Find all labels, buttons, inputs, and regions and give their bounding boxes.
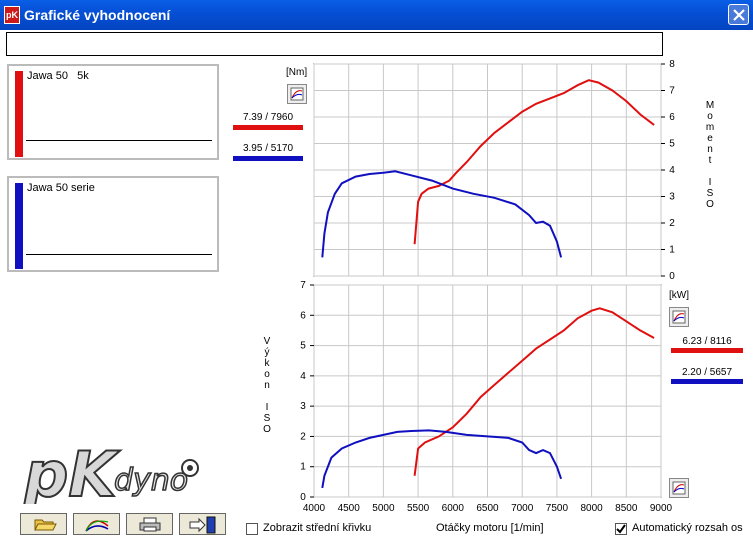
print-button[interactable]: [126, 513, 173, 535]
power-chart: 0 1 2 3 4 5 6 7 4000 4500 5000 5500 6000 6500 7000 7500…: [300, 280, 672, 514]
title-bar: pK Grafické vyhodnocení: [0, 0, 753, 30]
window-title: Grafické vyhodnocení: [24, 7, 171, 23]
y-tick-label: 0: [669, 271, 675, 282]
exit-button[interactable]: [179, 513, 226, 535]
y-tick-label: 2: [300, 431, 306, 442]
pk-app-icon[interactable]: pK: [4, 6, 20, 24]
x-tick-label: 6000: [442, 503, 465, 514]
y-tick-label: 4: [300, 371, 306, 382]
auto-range-label: Automatický rozsah os: [632, 522, 743, 534]
power-unit: [kW]: [669, 290, 689, 301]
y-tick-label: 2: [669, 218, 675, 229]
y-tick-label: 6: [300, 310, 306, 321]
y-tick-label: 3: [300, 401, 306, 412]
y-tick-label: 3: [669, 192, 675, 203]
y-tick-label: 0: [300, 492, 306, 503]
close-button[interactable]: [728, 4, 749, 25]
close-icon: [733, 9, 745, 21]
x-tick-label: 8000: [580, 503, 603, 514]
x-tick-label: 7500: [546, 503, 569, 514]
y-tick-label: 5: [669, 139, 675, 150]
window-client: Jawa 50 5k Jawa 50 serie 7.39 / 7960 3.9…: [0, 30, 753, 545]
x-tick-label: 5500: [407, 503, 430, 514]
x-tick-label: 8500: [615, 503, 638, 514]
curve-button[interactable]: [73, 513, 120, 535]
y-tick-label: 5: [300, 341, 306, 352]
x-tick-label: 4000: [303, 503, 326, 514]
open-button[interactable]: [20, 513, 67, 535]
y-tick-label: 6: [669, 112, 675, 123]
checkmark-icon: [616, 524, 626, 534]
torque-chart: 0 1 2 3 4 5 6 7 8: [313, 59, 675, 282]
y-tick-label: 7: [669, 86, 675, 97]
exit-icon: [189, 516, 216, 534]
print-icon: [139, 517, 161, 532]
x-axis-title: Otáčky motoru [1/min]: [436, 522, 544, 534]
open-folder-icon: [34, 519, 57, 531]
x-tick-label: 9000: [650, 503, 673, 514]
x-tick-label: 4500: [338, 503, 361, 514]
logo-dyno-text: dyno: [114, 463, 188, 498]
curve-icon: [85, 520, 109, 532]
x-tick-label: 6500: [476, 503, 499, 514]
torque-unit: [Nm]: [286, 67, 308, 78]
pkdyno-logo: pK dyno: [22, 437, 199, 504]
x-tick-label: 5000: [372, 503, 395, 514]
x-tick-label: 7000: [511, 503, 534, 514]
y-tick-label: 8: [669, 59, 675, 70]
mean-curve-label: Zobrazit střední křivku: [263, 522, 372, 534]
y-tick-label: 7: [300, 280, 306, 291]
auto-range-checkbox[interactable]: [615, 523, 627, 535]
y-tick-label: 1: [669, 245, 675, 256]
y-tick-label: 4: [669, 165, 675, 176]
y-tick-label: 1: [300, 462, 306, 473]
mean-curve-checkbox[interactable]: [246, 523, 258, 535]
logo-pk-text: pK: [23, 438, 120, 504]
